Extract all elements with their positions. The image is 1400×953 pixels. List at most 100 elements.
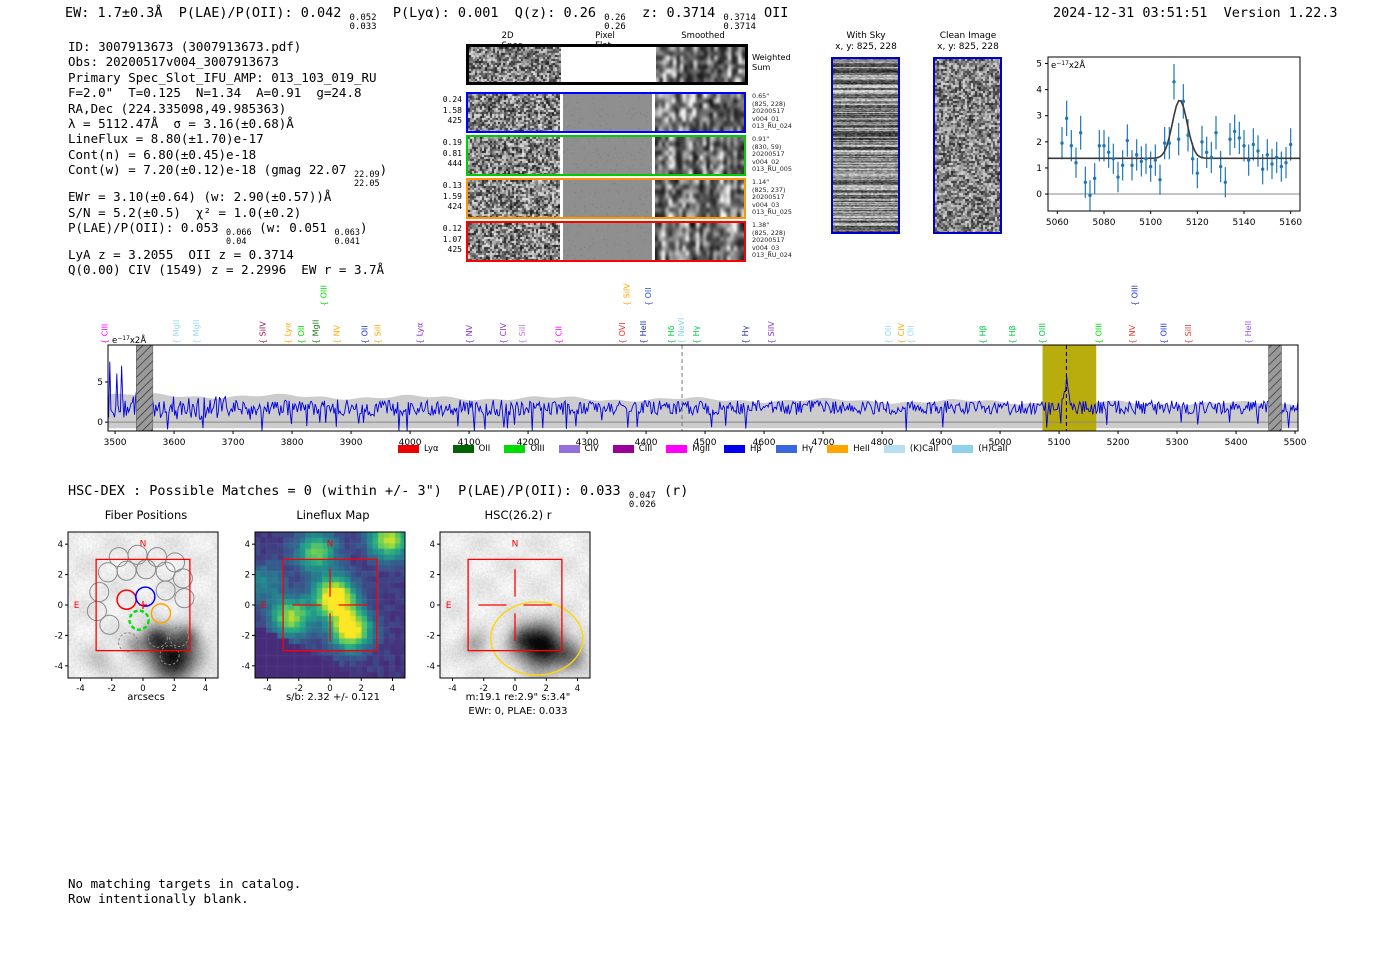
- info-line: Cont(n) = 6.80(±0.45)e-18: [68, 147, 387, 162]
- cutout-row-scale-values: 0.24 1.58 425: [420, 95, 462, 127]
- cutout-col-header: Smoothed: [681, 31, 725, 41]
- y-tick-label: 2: [245, 571, 250, 581]
- hi-lo-stack: 0.066 0.04: [226, 228, 252, 247]
- scale-value: 1.58: [442, 105, 462, 115]
- y-tick-label: 2: [1036, 138, 1042, 148]
- x-tick-label: 3900: [340, 438, 363, 448]
- x-tick-label: 5400: [1225, 438, 1248, 448]
- x-tick-label: 5160: [1279, 218, 1302, 228]
- target-info-block: ID: 3007913673 (3007913673.pdf) Obs: 2020…: [68, 39, 387, 278]
- fiber-circle-dashed: [147, 627, 168, 648]
- data-point: [1102, 144, 1106, 148]
- y-tick-label: -2: [427, 631, 435, 641]
- lineflux-map-overlay: -4 -2 0 2 4-4-2024 NE: [242, 531, 406, 694]
- annotation-line: 013_RU_025: [752, 208, 792, 217]
- data-point: [1064, 116, 1069, 121]
- legend-item: OII: [452, 444, 490, 454]
- cutout-2d-spec-image: [468, 180, 560, 217]
- emission-line-label: { MgII: [312, 320, 321, 344]
- y-tick-label: -4: [427, 662, 435, 672]
- compass-north-label: N: [327, 539, 334, 549]
- data-point: [1111, 157, 1116, 161]
- x-tick-label: 5300: [1166, 438, 1189, 448]
- cutout-2d-spec-image: [468, 137, 560, 174]
- y-tick-label: 0: [430, 601, 435, 611]
- panel-xlabel-2: EWr: 0, PLAE: 0.033: [468, 706, 568, 717]
- axes-frame: [254, 531, 406, 679]
- cutout-smoothed-image: [655, 180, 744, 217]
- y-tick-label: 5: [1036, 60, 1042, 70]
- emission-line-label: { NeVI: [677, 318, 686, 344]
- emission-line-label: { Hβ: [1008, 325, 1017, 344]
- emission-line-label: { CIV: [499, 322, 508, 344]
- emission-line-label: { OIII: [1131, 285, 1140, 306]
- cutout-row-scale-values: 0.19 0.81 444: [420, 138, 462, 170]
- selected-fiber-circle: [116, 589, 137, 610]
- data-point: [1167, 141, 1172, 145]
- data-point: [1134, 153, 1139, 157]
- emission-line-label: { Hβ: [978, 325, 987, 344]
- data-point: [1223, 180, 1228, 184]
- y-tick-label: 4: [1036, 86, 1042, 96]
- lo-value: 0.04: [226, 236, 247, 247]
- y-tick-label: 2: [430, 571, 435, 581]
- data-point: [1181, 99, 1186, 104]
- data-point: [1279, 164, 1284, 169]
- data-point: [1260, 167, 1265, 171]
- weighted-sum-label: Weighted Sum: [752, 52, 791, 72]
- text-segment: (w: 0.051: [251, 219, 335, 235]
- emission-line-label: { SiIV: [623, 283, 632, 306]
- text-segment: LineFlux = 8.80(±1.70)e-17: [68, 131, 264, 147]
- lo-value: 0.026: [628, 500, 656, 511]
- data-point: [1083, 180, 1088, 184]
- x-tick-label: 5140: [1233, 218, 1256, 228]
- annotation-line: 013_RU_005: [752, 165, 792, 174]
- legend-item: CIII: [612, 444, 653, 454]
- data-point: [1097, 144, 1102, 148]
- sky-panel-title: With Sky x, y: 825, 228: [835, 31, 897, 53]
- x-tick-label: 3800: [281, 438, 304, 448]
- x-tick-label: 5080: [1093, 218, 1116, 228]
- info-line: Obs: 20200517v004_3007913673: [68, 54, 387, 69]
- data-point: [1209, 155, 1214, 160]
- hi-lo-stack: 0.3714 0.3714: [723, 13, 756, 33]
- legend-label: CIV: [584, 444, 599, 454]
- legend-swatch: [452, 445, 474, 453]
- lo-value: 22.05: [353, 179, 380, 190]
- gaussian-fit-curve: [1048, 99, 1300, 160]
- emission-line-label: { SiIV: [767, 321, 776, 344]
- info-line: F=2.0" T=0.125 N=1.34 A=0.91 g=24.8: [68, 85, 387, 100]
- emission-line-label: { SiII: [518, 324, 527, 344]
- data-point: [1237, 136, 1242, 140]
- emission-line-label: { CIII: [100, 324, 109, 344]
- y-tick-label: 4: [58, 540, 63, 550]
- data-point: [1078, 130, 1083, 135]
- sky-panel-title: Clean Image x, y: 825, 228: [937, 31, 999, 53]
- legend-swatch: [666, 445, 688, 453]
- cutout-row-annotation: 0.91" (830, 59) 20200517 v004_02 013_RU_005: [752, 135, 792, 174]
- legend-item: (H)CaII: [952, 444, 1007, 454]
- emission-line-label: { Hγ: [741, 325, 750, 344]
- cutout-2d-spec-image: [468, 223, 560, 260]
- emission-line-label: { HeII: [1244, 321, 1253, 344]
- data-point: [1162, 141, 1167, 145]
- lo-value: 0.033: [349, 22, 377, 33]
- flux-units-label: e−17x2Å: [1051, 59, 1085, 71]
- scale-value: 1.59: [442, 191, 462, 201]
- sky-title-text: Clean Image: [939, 31, 997, 41]
- data-point: [1092, 176, 1097, 181]
- emission-line-label: { SiIV: [259, 321, 268, 344]
- emission-line-label: { OII: [297, 325, 306, 344]
- x-tick-label: 5100: [1048, 438, 1071, 448]
- cutout-2d-spec-image: [468, 94, 560, 131]
- legend-label: CIII: [638, 444, 653, 454]
- data-point: [1074, 161, 1078, 165]
- text-segment: EW: 1.7±0.3Å P(LAE)/P(OII): 0.042: [65, 5, 350, 21]
- line-fit-plot: 5060 5080 5100 5120 5140 5160 0 1 2 3 4 5 e−17x2Å: [1036, 56, 1302, 228]
- emission-line-label: { NV: [465, 324, 474, 344]
- data-point: [1200, 140, 1204, 144]
- cutout-row: [466, 221, 746, 262]
- legend-swatch: [398, 445, 419, 453]
- compass-north-label: N: [140, 539, 147, 549]
- cutout-row: [466, 178, 746, 219]
